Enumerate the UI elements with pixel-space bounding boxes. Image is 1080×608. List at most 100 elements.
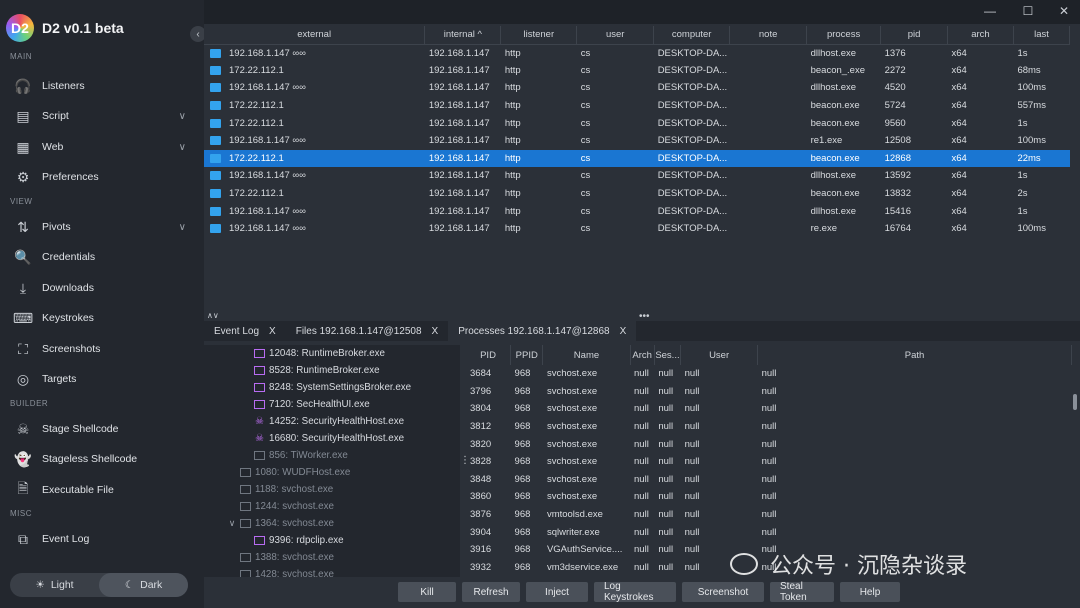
log-keystrokes-button[interactable]: Log Keystrokes <box>594 581 676 603</box>
beacon-row[interactable]: 192.168.1.147 ∞∞ 192.168.1.147 http cs DESKT… <box>204 167 1070 185</box>
tab-2[interactable]: Processes 192.168.1.147@12868 X <box>448 321 637 341</box>
tree-item[interactable]: 1080: WUDFHost.exe <box>204 464 460 481</box>
processes-scrollbar[interactable] <box>1073 394 1077 410</box>
close-tab-icon[interactable]: X <box>432 326 439 337</box>
tree-item[interactable]: 1188: svchost.exe <box>204 481 460 498</box>
beacon-row[interactable]: 172.22.112.1 192.168.1.147 http cs DESKTOP-D… <box>204 114 1070 132</box>
process-row[interactable]: 3820 968 svchost.exe null null null null <box>466 435 1072 453</box>
tree-item[interactable]: ☠ 14252: SecurityHealthHost.exe <box>204 413 460 430</box>
beacon-row[interactable]: 172.22.112.1 192.168.1.147 http cs DESKTOP-D… <box>204 97 1070 115</box>
beacons-column-header[interactable]: listener <box>500 26 578 45</box>
tree-item[interactable]: 7120: SecHealthUI.exe <box>204 396 460 413</box>
minimize-button[interactable]: — <box>980 4 1000 18</box>
processes-column-header[interactable]: User <box>680 345 759 365</box>
beacon-row[interactable]: 172.22.112.1 192.168.1.147 http cs DESKTOP-D… <box>204 62 1070 80</box>
section-label: BUILDER <box>10 399 49 408</box>
target-icon: ◎ <box>16 370 30 387</box>
beacons-column-header[interactable]: computer <box>653 26 731 45</box>
beacons-column-header[interactable]: pid <box>880 26 949 45</box>
chevron-down-icon[interactable]: ∨ <box>179 222 186 233</box>
tree-item[interactable]: ∨ 1364: svchost.exe <box>204 515 460 532</box>
tree-item[interactable]: 9396: rdpclip.exe <box>204 532 460 549</box>
sidebar-item-pivots[interactable]: ⇅ Pivots ∨ <box>14 215 194 239</box>
tree-item[interactable]: 1388: svchost.exe <box>204 549 460 566</box>
sidebar-item-downloads[interactable]: ⤓ Downloads <box>14 276 194 300</box>
tab-1[interactable]: Files 192.168.1.147@12508 X <box>286 321 448 341</box>
chevron-down-icon[interactable]: ∨ <box>179 142 186 153</box>
beacon-row[interactable]: 192.168.1.147 ∞∞ 192.168.1.147 http cs DESKT… <box>204 132 1070 150</box>
sidebar-item-stage-shellcode[interactable]: ☠ Stage Shellcode <box>14 417 194 441</box>
sidebar-item-keystrokes[interactable]: ⌨ Keystrokes <box>13 306 194 330</box>
close-window-button[interactable]: ✕ <box>1054 4 1074 18</box>
refresh-button[interactable]: Refresh <box>462 582 520 602</box>
sidebar-item-web[interactable]: ▦ Web ∨ <box>14 135 194 159</box>
beacon-row[interactable]: 192.168.1.147 ∞∞ 192.168.1.147 http cs DESKT… <box>204 79 1070 97</box>
tree-item[interactable]: 8528: RuntimeBroker.exe <box>204 362 460 379</box>
theme-toggle[interactable]: ☀ Light ☾ Dark <box>10 573 188 597</box>
tree-item[interactable]: 12048: RuntimeBroker.exe <box>204 345 460 362</box>
chevron-down-icon[interactable]: ∨ <box>226 518 238 529</box>
beacons-column-header[interactable]: last <box>1013 26 1071 45</box>
process-cell: vm3dservice.exe <box>546 561 619 573</box>
wechat-icon <box>730 553 758 575</box>
processes-column-header[interactable]: Arch <box>630 345 655 365</box>
sidebar-item-preferences[interactable]: ⚙ Preferences <box>14 165 194 189</box>
theme-dark-option[interactable]: ☾ Dark <box>99 573 188 597</box>
processes-column-header[interactable]: PID <box>466 345 512 365</box>
tree-item[interactable]: 8248: SystemSettingsBroker.exe <box>204 379 460 396</box>
processes-table: PID PPID Name Arch Ses... User Path 3684 968 svc… <box>466 345 1072 576</box>
beacon-cell: 192.168.1.147 <box>428 100 490 112</box>
tree-item[interactable]: 1428: svchost.exe <box>204 566 460 577</box>
tree-item[interactable]: ☠ 16680: SecurityHealthHost.exe <box>204 430 460 447</box>
process-row[interactable]: 3904 968 sqlwriter.exe null null null null <box>466 523 1072 541</box>
processes-column-header[interactable]: Path <box>757 345 1072 365</box>
kill-button[interactable]: Kill <box>398 582 456 602</box>
maximize-button[interactable]: ☐ <box>1018 4 1038 18</box>
sidebar-item-listeners[interactable]: 🎧 Listeners <box>14 74 194 98</box>
close-tab-icon[interactable]: X <box>269 326 276 337</box>
process-row[interactable]: 3684 968 svchost.exe null null null null <box>466 365 1072 383</box>
beacon-row[interactable]: 192.168.1.147 ∞∞ 192.168.1.147 http cs DESKT… <box>204 44 1070 62</box>
process-row[interactable]: 3804 968 svchost.exe null null null null <box>466 400 1072 418</box>
chevron-down-icon[interactable]: ∨ <box>179 111 186 122</box>
process-cell: 3904 <box>470 526 492 538</box>
sidebar-item-script[interactable]: ▤ Script ∨ <box>14 104 194 128</box>
sidebar-item-stageless-shellcode[interactable]: 👻 Stageless Shellcode <box>14 447 194 471</box>
process-row[interactable]: 3848 968 svchost.exe null null null null <box>466 471 1072 489</box>
beacon-row[interactable]: 172.22.112.1 192.168.1.147 http cs DESKTOP-D… <box>204 185 1070 203</box>
sidebar-item-credentials[interactable]: 🔍 Credentials <box>14 245 194 269</box>
tree-item[interactable]: 856: TiWorker.exe <box>204 447 460 464</box>
beacon-row[interactable]: 192.168.1.147 ∞∞ 192.168.1.147 http cs DESKT… <box>204 220 1070 238</box>
tab-0[interactable]: Event Log X <box>204 321 286 341</box>
sidebar-item-screenshots[interactable]: ⛶ Screenshots <box>14 337 194 361</box>
process-row[interactable]: 3812 968 svchost.exe null null null null <box>466 418 1072 436</box>
processes-column-header[interactable]: Name <box>542 345 631 365</box>
panel-toggle-arrows[interactable]: ∧∨ <box>207 311 219 320</box>
beacon-row[interactable]: 172.22.112.1 192.168.1.147 http cs DESKTOP-D… <box>204 149 1070 168</box>
beacons-column-header[interactable]: process <box>806 26 882 45</box>
beacons-column-header[interactable]: arch <box>947 26 1014 45</box>
beacon-row[interactable]: 192.168.1.147 ∞∞ 192.168.1.147 http cs DESKT… <box>204 202 1070 220</box>
beacons-column-header[interactable]: user <box>576 26 655 45</box>
theme-light-option[interactable]: ☀ Light <box>10 573 99 597</box>
tree-item[interactable]: 1244: svchost.exe <box>204 498 460 515</box>
screenshot-button[interactable]: Screenshot <box>682 582 764 602</box>
help-button[interactable]: Help <box>840 582 900 602</box>
process-row[interactable]: 3828 968 svchost.exe null null null null <box>466 453 1072 471</box>
beacon-cell: cs <box>580 223 591 235</box>
processes-column-header[interactable]: PPID <box>510 345 544 365</box>
process-row[interactable]: 3876 968 vmtoolsd.exe null null null null <box>466 506 1072 524</box>
sidebar-item-event-log[interactable]: ⧉ Event Log <box>14 527 194 551</box>
beacons-column-header[interactable]: external <box>204 26 426 45</box>
process-row[interactable]: 3796 968 svchost.exe null null null null <box>466 383 1072 401</box>
process-row[interactable]: 3860 968 svchost.exe null null null null <box>466 488 1072 506</box>
sidebar-item-targets[interactable]: ◎ Targets <box>14 367 194 391</box>
beacons-column-header[interactable]: internal ^ <box>424 26 502 45</box>
processes-column-header[interactable]: Ses... <box>654 345 682 365</box>
process-cell: null <box>634 526 649 538</box>
sidebar-item-executable-file[interactable]: 🗎 Executable File <box>14 478 194 502</box>
close-tab-icon[interactable]: X <box>620 326 627 337</box>
inject-button[interactable]: Inject <box>526 582 588 602</box>
beacons-column-header[interactable]: note <box>729 26 808 45</box>
steal-token-button[interactable]: Steal Token <box>770 581 834 603</box>
